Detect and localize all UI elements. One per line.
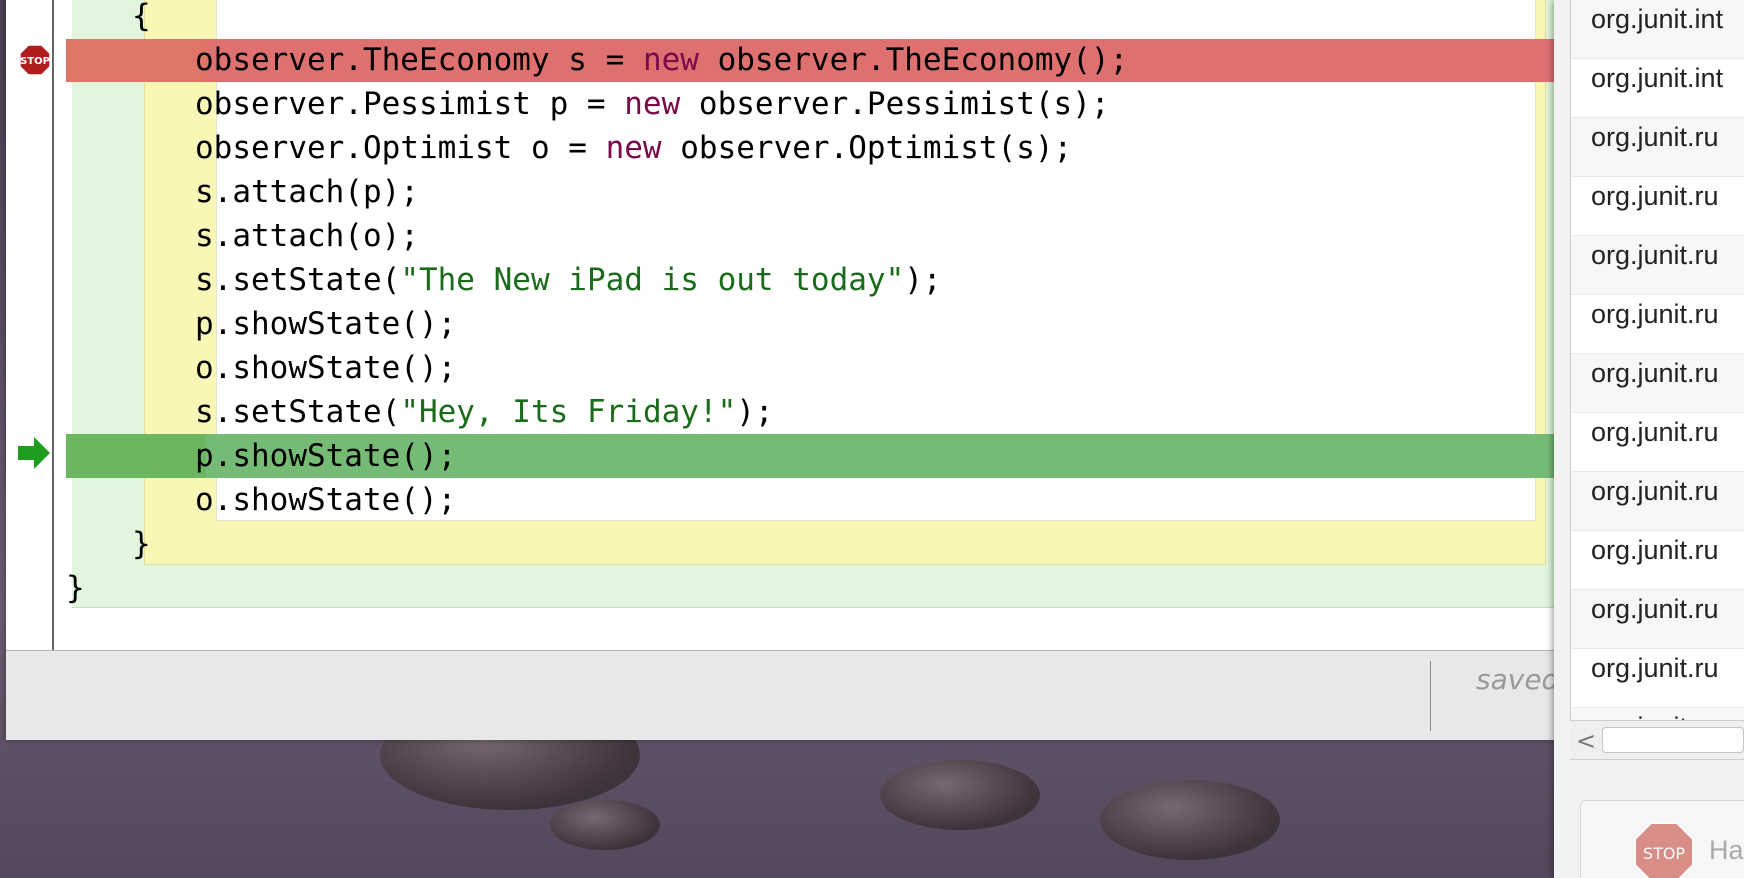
desktop-rock	[550, 800, 660, 850]
code-text: p.showState();	[195, 438, 457, 474]
code-text: s.setState(	[195, 394, 401, 430]
call-stack-item[interactable]: org.junit.int	[1571, 0, 1744, 59]
call-stack-item[interactable]: org.junit.ru	[1571, 531, 1744, 590]
code-text: }	[132, 526, 151, 562]
call-stack-item[interactable]: org.junit.ru	[1571, 413, 1744, 472]
keyword: new	[624, 86, 681, 122]
code-line[interactable]: observer.Pessimist p = new observer.Pess…	[195, 82, 1110, 126]
code-text: observer.TheEconomy s =	[195, 42, 643, 78]
code-line[interactable]: s.setState("The New iPad is out today");	[195, 258, 942, 302]
breakpoint-stop-icon[interactable]: STOP	[19, 44, 51, 76]
code-text: );	[904, 262, 942, 298]
code-text: observer.Optimist o =	[195, 130, 606, 166]
code-line[interactable]: s.attach(o);	[195, 214, 419, 258]
code-text: observer.Pessimist(s);	[680, 86, 1110, 122]
horizontal-scrollbar[interactable]: <	[1570, 720, 1744, 760]
desktop-rock	[1100, 780, 1280, 860]
code-line[interactable]: }	[66, 566, 85, 610]
desktop-rock	[880, 760, 1040, 830]
code-text: observer.TheEconomy();	[698, 42, 1129, 78]
code-editor-window: STOP { observer.TheEconomy s = new obser…	[6, 0, 1554, 740]
code-area[interactable]: { observer.TheEconomy s = new observer.T…	[54, 0, 1554, 650]
debugger-side-panel: org.junit.int org.junit.int org.junit.ru or…	[1554, 0, 1744, 878]
call-stack-item[interactable]: org.junit.ru	[1571, 590, 1744, 649]
string-literal: "Hey, Its Friday!"	[400, 394, 737, 430]
code-text: p.showState();	[195, 306, 457, 342]
code-line[interactable]: o.showState();	[195, 346, 456, 390]
stop-icon: STOP	[1634, 822, 1694, 878]
code-line[interactable]: {	[132, 0, 151, 38]
code-line[interactable]: s.setState("Hey, Its Friday!");	[195, 390, 774, 434]
halt-stop-text: STOP	[1643, 844, 1686, 863]
call-stack-item[interactable]: org.junit.ru	[1571, 472, 1744, 531]
scroll-left-icon[interactable]: <	[1576, 727, 1596, 755]
code-text: s.attach(o);	[195, 218, 419, 254]
call-stack-item[interactable]: org.junit.ru	[1571, 708, 1744, 720]
scrollbar-thumb[interactable]	[1602, 727, 1744, 753]
code-text: o.showState();	[195, 482, 457, 518]
code-line-current[interactable]: p.showState();	[195, 434, 456, 478]
call-stack-item[interactable]: org.junit.ru	[1571, 295, 1744, 354]
code-line-breakpoint[interactable]: observer.TheEconomy s = new observer.The…	[195, 38, 1128, 82]
code-text: o.showState();	[195, 350, 457, 386]
string-literal: "The New iPad is out today"	[400, 262, 905, 298]
execution-pointer-icon	[18, 437, 50, 469]
code-line[interactable]: p.showState();	[195, 302, 456, 346]
code-text: {	[132, 0, 151, 34]
call-stack-item[interactable]: org.junit.ru	[1571, 118, 1744, 177]
call-stack-item[interactable]: org.junit.ru	[1571, 236, 1744, 295]
call-stack-item[interactable]: org.junit.int	[1571, 59, 1744, 118]
code-line[interactable]: s.attach(p);	[195, 170, 419, 214]
code-text: s.attach(p);	[195, 174, 419, 210]
stop-text: STOP	[20, 56, 50, 67]
status-divider	[1430, 661, 1431, 731]
code-line[interactable]: observer.Optimist o = new observer.Optim…	[195, 126, 1072, 170]
call-stack-item[interactable]: org.junit.ru	[1571, 177, 1744, 236]
call-stack-item[interactable]: org.junit.ru	[1571, 354, 1744, 413]
code-text: );	[736, 394, 774, 430]
halt-button-label: Ha	[1709, 835, 1744, 865]
saved-status-label: saved	[1476, 663, 1554, 696]
code-text: s.setState(	[195, 262, 401, 298]
breakpoint-gutter[interactable]: STOP	[6, 0, 54, 650]
code-text: observer.Optimist(s);	[661, 130, 1073, 166]
call-stack-item[interactable]: org.junit.ru	[1571, 649, 1744, 708]
code-text: observer.Pessimist p =	[195, 86, 625, 122]
editor-status-bar: saved	[6, 650, 1554, 740]
call-stack-list[interactable]: org.junit.int org.junit.int org.junit.ru or…	[1570, 0, 1744, 720]
code-line[interactable]: }	[132, 522, 151, 566]
keyword: new	[642, 42, 699, 78]
halt-button[interactable]: STOP Ha	[1580, 800, 1744, 878]
keyword: new	[605, 130, 662, 166]
code-text: }	[66, 570, 85, 606]
code-line[interactable]: o.showState();	[195, 478, 456, 522]
